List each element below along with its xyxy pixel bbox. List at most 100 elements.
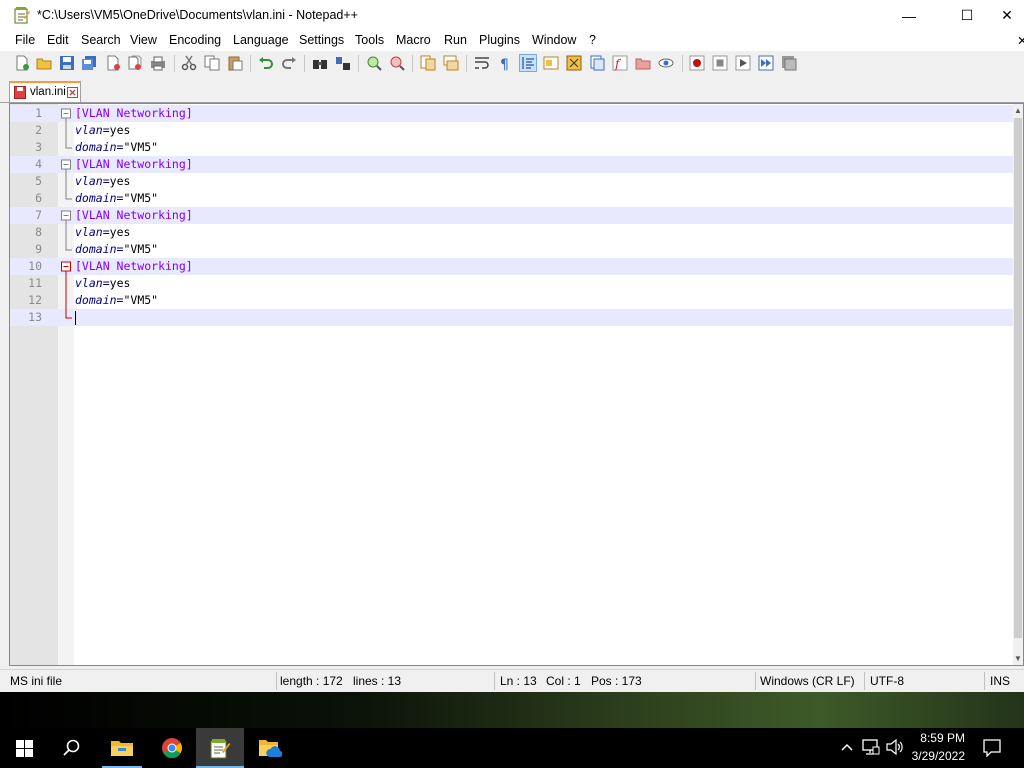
scroll-up-icon[interactable]: ▲ (1013, 106, 1023, 115)
find-icon[interactable] (312, 55, 328, 71)
code-line[interactable]: 1 [VLAN Networking] (10, 105, 1015, 122)
redo-icon[interactable] (281, 55, 297, 71)
folder-workspace-icon[interactable] (635, 55, 651, 71)
taskbar-chrome[interactable] (148, 728, 196, 768)
code-line[interactable]: 7 [VLAN Networking] (10, 207, 1015, 224)
scroll-down-icon[interactable]: ▼ (1013, 654, 1023, 663)
menu-search[interactable]: Search (81, 33, 121, 47)
code-line[interactable]: 10 [VLAN Networking] (10, 258, 1015, 275)
code-line[interactable]: 9 domain="VM5" (10, 241, 1015, 258)
sync-vertical-icon[interactable] (420, 55, 436, 71)
notification-icon[interactable] (983, 739, 1001, 757)
menu-tools[interactable]: Tools (355, 33, 384, 47)
menu-settings[interactable]: Settings (299, 33, 344, 47)
code-line[interactable]: 4 [VLAN Networking] (10, 156, 1015, 173)
undo-icon[interactable] (258, 55, 274, 71)
record-macro-icon[interactable] (689, 55, 705, 71)
ini-section-header: [VLAN Networking] (75, 208, 193, 222)
show-hidden-icons-chevron-icon[interactable] (840, 741, 854, 753)
sync-horizontal-icon[interactable] (443, 55, 459, 71)
function-list-icon[interactable]: f (612, 55, 628, 71)
search-icon (63, 739, 80, 756)
code-line[interactable]: 2 vlan=yes (10, 122, 1015, 139)
line-text: [VLAN Networking] (75, 157, 193, 171)
code-line[interactable]: 13 (10, 309, 1015, 326)
close-tab-icon[interactable] (67, 87, 78, 98)
doc-list-icon[interactable] (589, 55, 605, 71)
status-insert-mode[interactable]: INS (990, 674, 1010, 688)
window-title: *C:\Users\VM5\OneDrive\Documents\vlan.in… (37, 8, 358, 22)
line-number: 13 (28, 310, 42, 324)
ini-value: "VM5" (123, 191, 159, 205)
user-defined-lang-icon[interactable] (543, 55, 559, 71)
close-document-icon[interactable]: ✕ (1017, 33, 1024, 48)
save-macro-icon[interactable] (781, 55, 797, 71)
menu-run[interactable]: Run (444, 33, 467, 47)
ini-key: domain (75, 293, 117, 307)
minimize-icon: — (902, 7, 916, 24)
save-all-icon[interactable] (81, 55, 97, 71)
print-icon[interactable] (150, 55, 166, 71)
menu-macro[interactable]: Macro (396, 33, 431, 47)
code-line[interactable]: 5 vlan=yes (10, 173, 1015, 190)
save-icon[interactable] (59, 55, 75, 71)
menu-edit[interactable]: Edit (47, 33, 69, 47)
menu-help[interactable]: ? (589, 33, 596, 47)
line-number: 5 (35, 174, 42, 188)
fold-guide (65, 118, 72, 149)
zoom-in-icon[interactable] (366, 55, 382, 71)
menu-plugins[interactable]: Plugins (479, 33, 520, 47)
close-all-icon[interactable] (127, 55, 143, 71)
code-line[interactable]: 11 vlan=yes (10, 275, 1015, 292)
playback-macro-icon[interactable] (735, 55, 751, 71)
title-bar[interactable]: *C:\Users\VM5\OneDrive\Documents\vlan.in… (0, 0, 1024, 31)
cut-icon[interactable] (181, 55, 197, 71)
menu-language[interactable]: Language (233, 33, 289, 47)
doc-map-icon[interactable] (566, 55, 582, 71)
svg-text:¶: ¶ (500, 57, 509, 71)
volume-icon[interactable] (886, 739, 904, 755)
code-line[interactable]: 3 domain="VM5" (10, 139, 1015, 156)
open-file-icon[interactable] (36, 55, 52, 71)
new-file-icon[interactable] (14, 55, 30, 71)
replace-icon[interactable] (335, 55, 351, 71)
code-line[interactable]: 6 domain="VM5" (10, 190, 1015, 207)
status-eol[interactable]: Windows (CR LF) (760, 674, 855, 688)
menu-view[interactable]: View (130, 33, 157, 47)
taskbar-notepadpp[interactable] (196, 728, 244, 768)
zoom-out-icon[interactable] (389, 55, 405, 71)
code-line[interactable]: 8 vlan=yes (10, 224, 1015, 241)
clock-time[interactable]: 8:59 PM (920, 731, 965, 745)
maximize-button[interactable]: ☐ (944, 0, 990, 31)
paste-icon[interactable] (227, 55, 243, 71)
vertical-scrollbar[interactable]: ▲ ▼ (1013, 104, 1023, 665)
scroll-thumb[interactable] (1014, 118, 1022, 638)
line-text: domain="VM5" (75, 191, 158, 205)
close-button[interactable]: ✕ (990, 0, 1024, 31)
ini-section-header: [VLAN Networking] (75, 259, 193, 273)
start-button[interactable] (0, 728, 48, 768)
show-all-chars-icon[interactable]: ¶ (497, 55, 513, 71)
line-number: 1 (35, 106, 42, 120)
tab-vlan-ini[interactable]: vlan.ini (9, 81, 81, 102)
menu-window[interactable]: Window (532, 33, 576, 47)
indent-guide-icon[interactable] (519, 54, 537, 72)
search-button[interactable] (48, 728, 96, 768)
stop-record-icon[interactable] (712, 55, 728, 71)
editor-pane[interactable]: 1 [VLAN Networking] 2 vlan=yes 3 domain="VM5"… (9, 103, 1024, 666)
clock-date[interactable]: 3/29/2022 (912, 749, 965, 763)
word-wrap-icon[interactable] (474, 55, 490, 71)
taskbar-onedrive-folder[interactable] (246, 728, 294, 768)
taskbar-file-explorer[interactable] (98, 728, 146, 768)
close-icon[interactable] (105, 55, 121, 71)
menu-file[interactable]: File (15, 33, 35, 47)
monitoring-icon[interactable] (658, 55, 674, 71)
code-line[interactable]: 12 domain="VM5" (10, 292, 1015, 309)
minimize-button[interactable]: — (886, 0, 932, 31)
status-encoding[interactable]: UTF-8 (870, 674, 904, 688)
fold-markers[interactable] (58, 104, 74, 334)
menu-encoding[interactable]: Encoding (169, 33, 221, 47)
copy-icon[interactable] (204, 55, 220, 71)
network-icon[interactable] (862, 739, 880, 755)
run-macro-multiple-icon[interactable] (758, 55, 774, 71)
